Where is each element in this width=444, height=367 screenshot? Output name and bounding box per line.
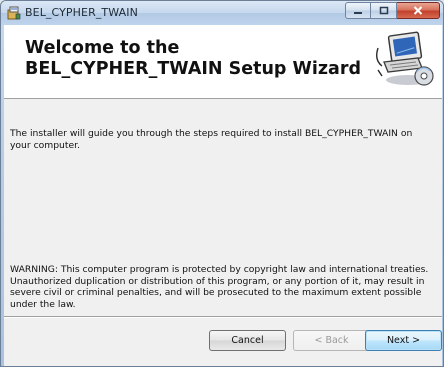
wizard-banner: Welcome to the BEL_CYPHER_TWAIN Setup Wi… xyxy=(4,25,442,99)
minimize-button[interactable] xyxy=(345,2,371,19)
window-controls xyxy=(345,2,440,20)
close-button[interactable] xyxy=(397,2,440,19)
cancel-button[interactable]: Cancel xyxy=(209,330,286,351)
minimize-icon xyxy=(353,2,363,20)
footer-divider-highlight xyxy=(4,317,442,318)
title-bar[interactable]: BEL_CYPHER_TWAIN xyxy=(1,1,443,25)
copyright-warning: WARNING: This computer program is protec… xyxy=(10,264,429,310)
wizard-heading: Welcome to the BEL_CYPHER_TWAIN Setup Wi… xyxy=(25,38,361,79)
wizard-client-area: Welcome to the BEL_CYPHER_TWAIN Setup Wi… xyxy=(4,25,442,366)
installer-package-icon xyxy=(7,6,21,20)
window-title: BEL_CYPHER_TWAIN xyxy=(25,6,138,19)
intro-text: The installer will guide you through the… xyxy=(10,128,413,151)
maximize-button[interactable] xyxy=(371,2,397,19)
next-button[interactable]: Next > xyxy=(365,330,442,351)
close-icon xyxy=(413,2,423,20)
back-button[interactable]: < Back xyxy=(293,330,370,351)
computer-install-icon xyxy=(370,30,436,88)
setup-wizard-window: BEL_CYPHER_TWAIN Welcome to the BEL_CYPH… xyxy=(0,0,444,367)
maximize-icon xyxy=(379,2,389,20)
